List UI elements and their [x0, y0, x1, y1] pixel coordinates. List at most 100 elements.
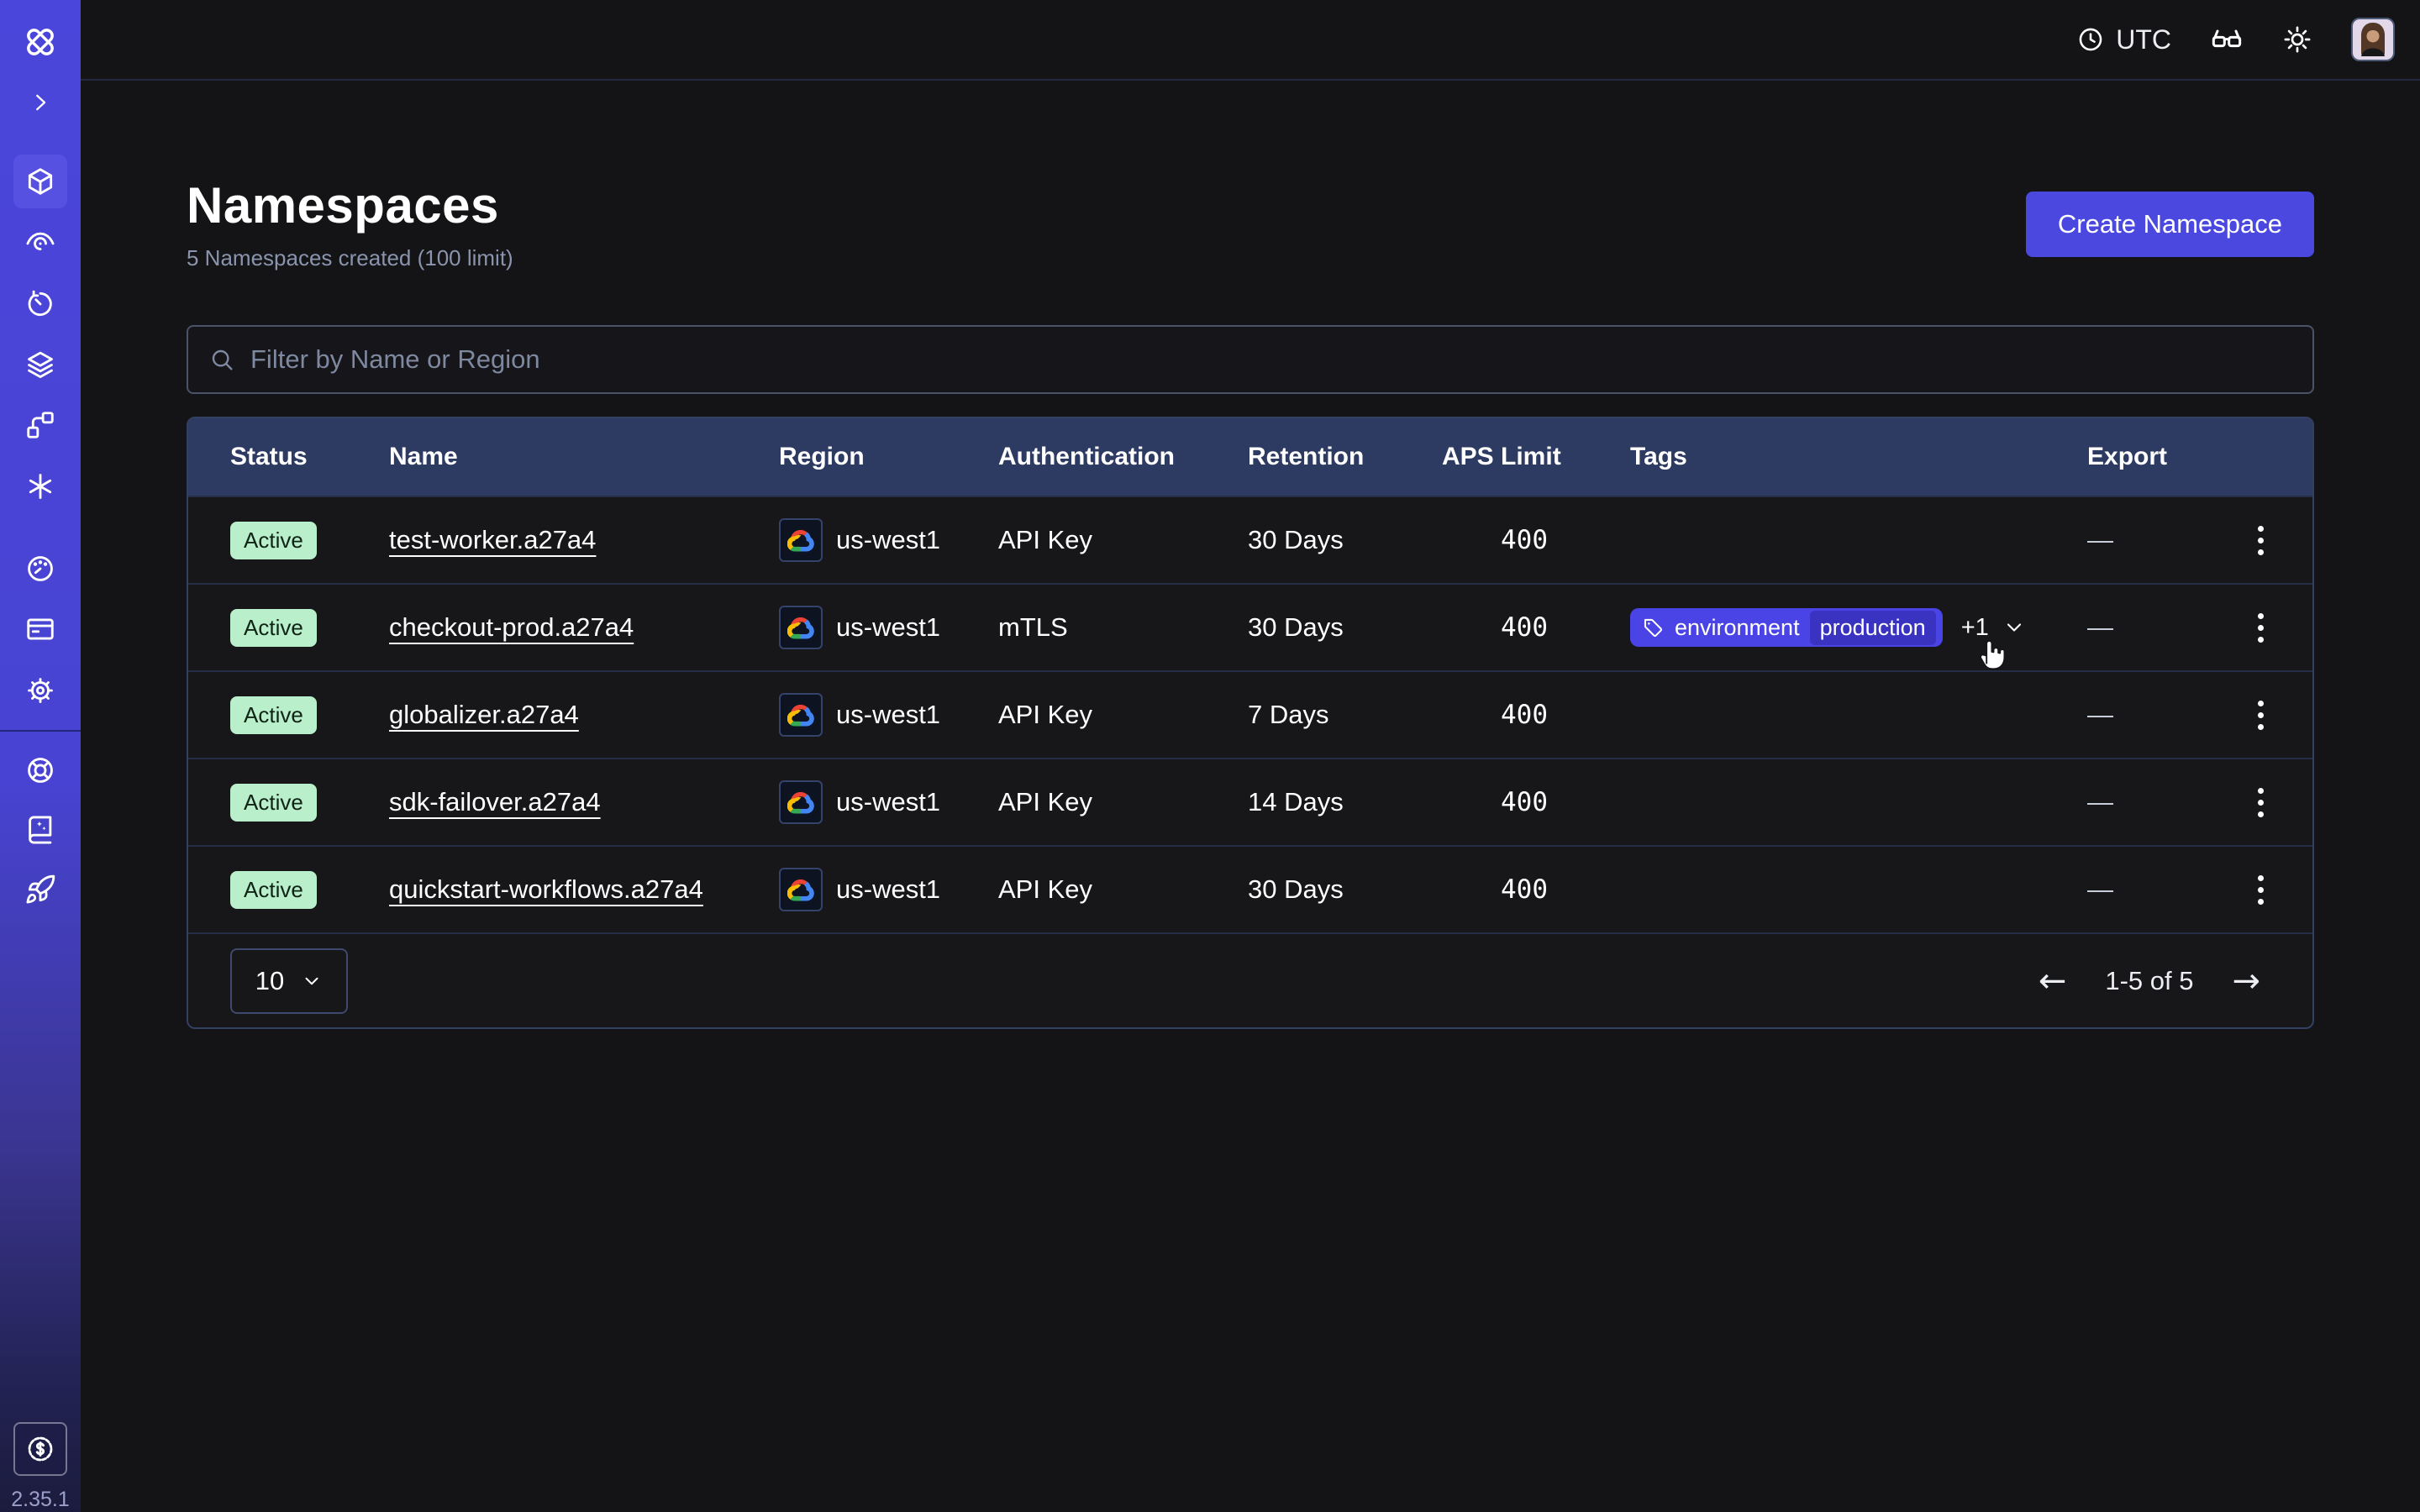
- row-menu-button[interactable]: [2249, 605, 2272, 651]
- glasses-icon: [2210, 23, 2244, 56]
- gcp-region-icon: [779, 780, 823, 824]
- table-row: Active test-worker.a27a4 us-west1 API Ke…: [188, 496, 2312, 583]
- status-badge: Active: [230, 784, 317, 822]
- gcp-region-icon: [779, 868, 823, 911]
- gcp-region-icon: [779, 693, 823, 737]
- status-badge: Active: [230, 871, 317, 909]
- tag-chip[interactable]: environment production: [1630, 608, 1943, 647]
- gear-icon: [24, 675, 56, 706]
- cube-icon: [24, 165, 56, 197]
- row-menu-button[interactable]: [2249, 867, 2272, 913]
- export-value: —: [2087, 700, 2113, 729]
- user-avatar[interactable]: [2351, 18, 2395, 61]
- search-icon: [208, 346, 235, 373]
- eye-icon: [24, 226, 56, 258]
- tag-value: production: [1810, 611, 1936, 645]
- col-tags: Tags: [1630, 443, 2087, 471]
- col-name: Name: [389, 443, 779, 471]
- topbar: UTC: [81, 0, 2420, 81]
- temporal-logo-icon: [21, 23, 60, 61]
- sidebar-nav-usage[interactable]: [13, 542, 67, 596]
- sun-icon: [2282, 24, 2312, 55]
- col-status: Status: [230, 443, 389, 471]
- row-menu-button[interactable]: [2249, 517, 2272, 564]
- prev-page-button[interactable]: ←: [2039, 964, 2067, 998]
- export-value: —: [2087, 874, 2113, 904]
- namespace-link[interactable]: quickstart-workflows.a27a4: [389, 874, 703, 904]
- region-label: us-west1: [836, 874, 940, 905]
- sidebar-nav-support[interactable]: [13, 743, 67, 797]
- credits-button[interactable]: [13, 1422, 67, 1476]
- sidebar-nav-layers[interactable]: [13, 338, 67, 391]
- workflow-icon: [24, 409, 56, 441]
- life-buoy-icon: [24, 754, 56, 786]
- rocket-icon: [24, 874, 56, 906]
- sidebar-nav-getting-started[interactable]: [13, 863, 67, 916]
- retention: 30 Days: [1248, 525, 1442, 555]
- aps-limit: 400: [1442, 612, 1630, 643]
- col-retention: Retention: [1248, 443, 1442, 471]
- money-badge-icon: [24, 1433, 56, 1465]
- row-menu-button[interactable]: [2249, 780, 2272, 826]
- col-authentication: Authentication: [998, 443, 1248, 471]
- sidebar-nav-docs[interactable]: [13, 803, 67, 857]
- namespace-link[interactable]: sdk-failover.a27a4: [389, 787, 601, 816]
- auth-method: mTLS: [998, 612, 1248, 643]
- timezone-label: UTC: [2116, 24, 2171, 55]
- timer-icon: [24, 288, 56, 320]
- sidebar-nav-workflow[interactable]: [13, 398, 67, 452]
- col-aps-limit: APS Limit: [1442, 443, 1630, 471]
- gauge-icon: [24, 553, 56, 585]
- namespace-link[interactable]: globalizer.a27a4: [389, 700, 579, 729]
- namespace-link[interactable]: checkout-prod.a27a4: [389, 612, 634, 642]
- chevron-right-icon: [28, 90, 53, 115]
- sidebar-collapse-button[interactable]: [13, 76, 67, 129]
- page-title: Namespaces: [187, 176, 499, 234]
- gcp-region-icon: [779, 518, 823, 562]
- region-label: us-west1: [836, 700, 940, 730]
- page-size-select[interactable]: 10: [230, 948, 348, 1014]
- namespace-count: 5 Namespaces created (100 limit): [187, 245, 513, 271]
- tag-key: environment: [1675, 615, 1800, 641]
- col-region: Region: [779, 443, 998, 471]
- app-version: 2.35.1: [0, 1488, 81, 1512]
- export-value: —: [2087, 787, 2113, 816]
- table-row: Active sdk-failover.a27a4 us-west1 API K…: [188, 758, 2312, 845]
- status-badge: Active: [230, 609, 317, 647]
- table-header: Status Name Region Authentication Retent…: [188, 418, 2312, 496]
- namespace-link[interactable]: test-worker.a27a4: [389, 525, 596, 554]
- sidebar-nav-namespaces[interactable]: [13, 155, 67, 208]
- retention: 7 Days: [1248, 700, 1442, 730]
- region-label: us-west1: [836, 787, 940, 817]
- avatar-image: [2353, 19, 2393, 60]
- namespaces-table: Status Name Region Authentication Retent…: [187, 417, 2314, 1029]
- mouse-cursor: [1976, 632, 2010, 678]
- row-menu-button[interactable]: [2249, 692, 2272, 738]
- status-badge: Active: [230, 522, 317, 559]
- filter-input[interactable]: [250, 344, 2292, 375]
- temporal-logo[interactable]: [13, 15, 67, 69]
- create-namespace-button[interactable]: Create Namespace: [2026, 192, 2314, 257]
- region-label: us-west1: [836, 525, 940, 555]
- sidebar-nav-asterisk[interactable]: [13, 459, 67, 513]
- pagination-bar: 10 ← 1-5 of 5 →: [188, 932, 2312, 1027]
- sidebar-nav-timer[interactable]: [13, 277, 67, 331]
- aps-limit: 400: [1442, 787, 1630, 817]
- billing-card-icon: [24, 613, 56, 645]
- theme-toggle[interactable]: [2282, 24, 2312, 55]
- page-size-value: 10: [255, 966, 284, 996]
- asterisk-icon: [24, 470, 56, 502]
- auth-method: API Key: [998, 874, 1248, 905]
- retention: 30 Days: [1248, 612, 1442, 643]
- tag-icon: [1642, 617, 1665, 639]
- aps-limit: 400: [1442, 874, 1630, 905]
- sidebar-nav-billing[interactable]: [13, 602, 67, 656]
- next-page-button[interactable]: →: [2232, 964, 2260, 998]
- auth-method: API Key: [998, 787, 1248, 817]
- table-row: Active globalizer.a27a4 us-west1 API Key…: [188, 670, 2312, 758]
- labs-toggle[interactable]: [2210, 23, 2244, 56]
- sidebar-nav-eye[interactable]: [13, 215, 67, 269]
- page-range: 1-5 of 5: [2105, 966, 2193, 996]
- sidebar-nav-settings[interactable]: [13, 664, 67, 717]
- timezone-selector[interactable]: UTC: [2076, 24, 2171, 55]
